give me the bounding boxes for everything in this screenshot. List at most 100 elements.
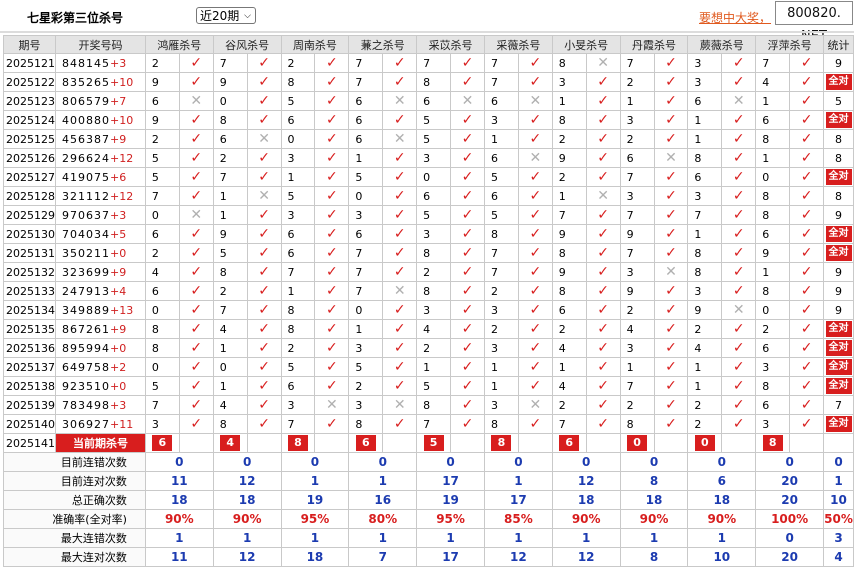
result-cell: ✓ bbox=[789, 357, 825, 377]
result-cell: ✓ bbox=[517, 281, 553, 301]
result-cell: ✓ bbox=[450, 224, 485, 244]
empty-cell bbox=[382, 433, 418, 453]
check-icon: ✓ bbox=[732, 74, 745, 90]
kill-number: 0 bbox=[280, 129, 316, 149]
kill-number: 7 bbox=[144, 186, 180, 206]
check-icon: ✓ bbox=[190, 321, 203, 337]
table-row: 2025123 806579+7 6 ✕ 0 ✓ 5 ✓ 6 ✕ 6 ✕ 6 ✕ 1 ✓ 1 ✓ 6 ✕ 1 ✓ 5 bbox=[3, 91, 854, 111]
draw-sum: +9 bbox=[110, 265, 127, 279]
result-cell: ✓ bbox=[246, 262, 282, 282]
all-correct-badge: 全对 bbox=[825, 340, 852, 356]
check-icon: ✓ bbox=[393, 74, 406, 90]
result-cell: ✕ bbox=[382, 281, 418, 301]
result-cell: ✓ bbox=[585, 243, 621, 263]
result-cell: ✓ bbox=[450, 281, 485, 301]
check-icon: ✓ bbox=[800, 283, 813, 299]
check-icon: ✓ bbox=[258, 93, 270, 109]
kill-number: 1 bbox=[551, 357, 587, 377]
result-cell: ✓ bbox=[517, 376, 553, 396]
draw-digits: 923510 bbox=[62, 379, 110, 393]
check-icon: ✓ bbox=[326, 207, 338, 223]
current-kill-number: 6 bbox=[355, 435, 376, 451]
draw-digits: 321112 bbox=[62, 189, 110, 203]
kill-number: 2 bbox=[416, 338, 452, 358]
row-count: 全对 bbox=[823, 224, 854, 244]
check-icon: ✓ bbox=[732, 359, 745, 375]
period-select[interactable]: 近20期 ⌵ bbox=[196, 7, 256, 24]
kill-number: 8 bbox=[416, 395, 452, 415]
check-icon: ✓ bbox=[258, 150, 270, 166]
check-icon: ✓ bbox=[190, 264, 203, 280]
check-icon: ✓ bbox=[258, 226, 270, 242]
kill-number: 1 bbox=[619, 357, 655, 377]
kill-number: 3 bbox=[619, 338, 655, 358]
check-icon: ✓ bbox=[258, 378, 270, 394]
stat-value: 17 bbox=[483, 490, 553, 510]
result-cell: ✓ bbox=[653, 338, 689, 358]
result-cell: ✓ bbox=[314, 91, 350, 111]
current-kill-cell: 6 bbox=[551, 433, 587, 453]
column-header: 期号 bbox=[3, 35, 56, 54]
kill-number: 2 bbox=[280, 338, 316, 358]
draw-digits: 247913 bbox=[62, 284, 110, 298]
check-icon: ✓ bbox=[461, 226, 474, 242]
kill-number: 5 bbox=[483, 205, 519, 225]
result-cell: ✓ bbox=[789, 72, 825, 92]
check-icon: ✓ bbox=[461, 169, 474, 185]
result-cell: ✓ bbox=[721, 357, 757, 377]
check-icon: ✓ bbox=[326, 245, 338, 261]
check-icon: ✓ bbox=[258, 55, 270, 71]
check-icon: ✓ bbox=[461, 131, 474, 147]
check-icon: ✓ bbox=[800, 93, 813, 109]
check-icon: ✓ bbox=[732, 150, 745, 166]
table-row: 2025127 419075+6 5 ✓ 7 ✓ 1 ✓ 5 ✓ 0 ✓ 5 ✓ 2 ✓ 7 ✓ 6 ✓ 0 ✓ 全对 bbox=[3, 167, 854, 187]
check-icon: ✓ bbox=[393, 264, 406, 280]
promo-link[interactable]: 要想中大奖， bbox=[699, 9, 771, 26]
result-cell: ✓ bbox=[585, 357, 621, 377]
result-cell: ✓ bbox=[382, 319, 418, 339]
draw-sum: +7 bbox=[110, 94, 127, 108]
result-cell: ✓ bbox=[653, 91, 689, 111]
result-cell: ✓ bbox=[314, 338, 350, 358]
kill-number: 8 bbox=[483, 224, 519, 244]
kill-number: 3 bbox=[687, 186, 723, 206]
check-icon: ✓ bbox=[461, 264, 474, 280]
kill-number: 8 bbox=[144, 319, 180, 339]
row-count: 7 bbox=[823, 395, 854, 415]
check-icon: ✓ bbox=[393, 245, 406, 261]
result-cell: ✓ bbox=[314, 72, 350, 92]
check-icon: ✓ bbox=[800, 207, 813, 223]
result-cell: ✓ bbox=[246, 338, 282, 358]
result-cell: ✓ bbox=[517, 224, 553, 244]
kill-number: 0 bbox=[144, 205, 180, 225]
row-count: 8 bbox=[823, 129, 854, 149]
draw-numbers: 970637+3 bbox=[55, 205, 146, 225]
kill-number: 6 bbox=[280, 224, 316, 244]
kill-number: 7 bbox=[619, 53, 655, 73]
check-icon: ✓ bbox=[190, 55, 203, 71]
stat-value: 17 bbox=[416, 471, 485, 491]
kill-number: 2 bbox=[551, 395, 587, 415]
result-cell: ✕ bbox=[246, 186, 282, 206]
check-icon: ✓ bbox=[665, 55, 677, 71]
cross-icon: ✕ bbox=[258, 131, 270, 147]
kill-number: 2 bbox=[416, 262, 452, 282]
column-header: 谷风杀号 bbox=[212, 35, 282, 54]
column-header: 开奖号码 bbox=[55, 35, 146, 54]
check-icon: ✓ bbox=[732, 131, 745, 147]
check-icon: ✓ bbox=[190, 131, 203, 147]
result-cell: ✓ bbox=[382, 300, 418, 320]
kill-number: 5 bbox=[280, 91, 316, 111]
cross-icon: ✕ bbox=[665, 264, 677, 280]
result-cell: ✓ bbox=[246, 53, 282, 73]
check-icon: ✓ bbox=[258, 74, 270, 90]
check-icon: ✓ bbox=[732, 112, 745, 128]
check-icon: ✓ bbox=[800, 321, 813, 337]
result-cell: ✓ bbox=[517, 319, 553, 339]
table-row: 2025133 247913+4 6 ✓ 2 ✓ 1 ✓ 7 ✕ 8 ✓ 2 ✓ 8 ✓ 9 ✓ 3 ✓ 8 ✓ 9 bbox=[3, 281, 854, 301]
result-cell: ✓ bbox=[382, 167, 418, 187]
check-icon: ✓ bbox=[326, 226, 338, 242]
table-row: 2025139 783498+3 7 ✓ 4 ✓ 3 ✕ 3 ✕ 8 ✓ 3 ✕ 2 ✓ 2 ✓ 2 ✓ 6 ✓ 7 bbox=[3, 395, 854, 415]
stat-value: 7 bbox=[348, 547, 418, 567]
draw-digits: 400880 bbox=[62, 113, 110, 127]
